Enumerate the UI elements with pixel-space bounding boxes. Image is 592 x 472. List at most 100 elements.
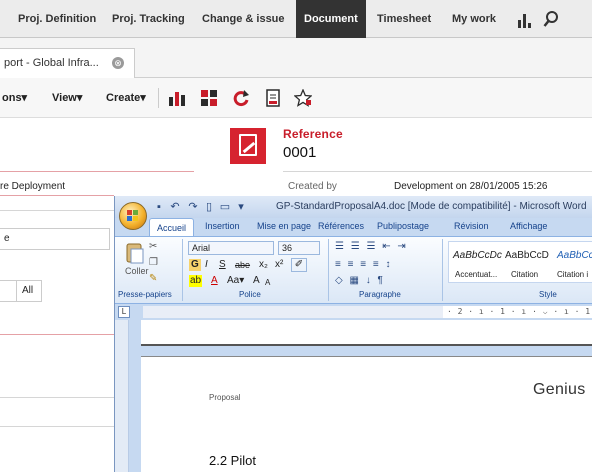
status-field[interactable]: e bbox=[0, 228, 110, 250]
copy-icon[interactable]: ❐ bbox=[149, 257, 158, 269]
search-icon[interactable] bbox=[543, 0, 559, 38]
document-tab[interactable]: port - Global Infra... ⊗ bbox=[0, 48, 135, 78]
italic-button[interactable]: I bbox=[205, 259, 208, 271]
bold-button[interactable]: G bbox=[189, 259, 201, 271]
tab-mise-en-page[interactable]: Mise en page bbox=[257, 221, 311, 231]
style-name: Accentuat... bbox=[455, 270, 498, 279]
tab-revision[interactable]: Révision bbox=[454, 221, 489, 231]
format-painter-icon[interactable]: ✎ bbox=[149, 273, 157, 285]
divider bbox=[0, 210, 114, 211]
superscript-button[interactable]: x² bbox=[275, 259, 283, 271]
section-heading: 2.2 Pilot bbox=[209, 453, 256, 468]
filter-buttons: All bbox=[0, 280, 42, 302]
favorite-star-icon[interactable] bbox=[293, 88, 313, 107]
redo-icon[interactable]: ↷ bbox=[187, 201, 199, 213]
tab-references[interactable]: Références bbox=[318, 221, 364, 231]
font-name-select[interactable]: Arial bbox=[188, 241, 274, 255]
group-separator bbox=[328, 239, 329, 301]
shrink-font-button[interactable]: A bbox=[265, 277, 270, 289]
nav-proj-tracking[interactable]: Proj. Tracking bbox=[104, 0, 193, 38]
toolbar-separator bbox=[158, 88, 159, 108]
vertical-ruler[interactable] bbox=[115, 320, 129, 472]
refresh-icon[interactable] bbox=[232, 89, 250, 107]
previous-page-bottom bbox=[141, 320, 592, 346]
grow-font-button[interactable]: A bbox=[253, 275, 260, 287]
highlight-icon[interactable]: ab bbox=[189, 275, 203, 287]
change-case-button[interactable]: Aa▾ bbox=[227, 275, 244, 287]
bar-chart-icon[interactable] bbox=[517, 0, 533, 38]
tab-insertion[interactable]: Insertion bbox=[205, 221, 240, 231]
all-filter-button[interactable]: All bbox=[16, 281, 40, 301]
ribbon: Coller ✂ ❐ ✎ Presse-papiers Arial 36 G I… bbox=[115, 236, 592, 304]
style-name: Citation bbox=[511, 270, 539, 279]
title-field-value: re Deployment bbox=[0, 181, 66, 192]
view-menu[interactable]: View▾ bbox=[52, 78, 82, 118]
divider bbox=[0, 171, 194, 172]
created-by-value: Development on 28/01/2005 15:26 bbox=[394, 181, 548, 192]
group-separator bbox=[182, 239, 183, 301]
office-button[interactable] bbox=[119, 202, 147, 230]
paste-icon[interactable] bbox=[125, 241, 145, 265]
actions-menu[interactable]: ons▾ bbox=[2, 78, 27, 118]
subscript-button[interactable]: x₂ bbox=[259, 259, 268, 271]
styles-gallery: AaBbCcDc Accentuat... AaBbCcD Citation A… bbox=[448, 241, 592, 283]
report-chart-icon[interactable] bbox=[168, 89, 186, 107]
close-tab-icon[interactable]: ⊗ bbox=[112, 57, 124, 69]
style-sample[interactable]: AaBbCcDc bbox=[453, 250, 502, 261]
nav-proj-definition[interactable]: Proj. Definition bbox=[10, 0, 104, 38]
tab-strip: port - Global Infra... ⊗ bbox=[0, 38, 592, 78]
reference-value: 0001 bbox=[283, 144, 317, 161]
divider bbox=[0, 426, 114, 427]
save-icon[interactable]: ▪ bbox=[153, 201, 165, 213]
grid-icon[interactable] bbox=[200, 89, 218, 107]
nav-my-work[interactable]: My work bbox=[444, 0, 504, 38]
nav-document[interactable]: Document bbox=[296, 0, 366, 38]
style-name: Citation i bbox=[557, 270, 589, 279]
tab-affichage[interactable]: Affichage bbox=[510, 221, 547, 231]
document-tab-label: port - Global Infra... bbox=[4, 57, 99, 69]
style-sample[interactable]: AaBbCc bbox=[557, 250, 592, 261]
shading-border-sort-buttons[interactable]: ◇ ▦ ↓ ¶ bbox=[335, 275, 385, 287]
cut-icon[interactable]: ✂ bbox=[149, 241, 157, 253]
ruler-ticks: · 2 · ı · 1 · ı · ⌵ · ı · 1 · ı · 2 · ı … bbox=[447, 307, 592, 316]
styles-group-label: Style bbox=[539, 290, 557, 299]
action-toolbar: ons▾ View▾ Create▾ bbox=[0, 78, 592, 118]
horizontal-ruler[interactable]: · 2 · ı · 1 · ı · ⌵ · ı · 1 · ı · 2 · ı … bbox=[143, 306, 592, 318]
tab-publipostage[interactable]: Publipostage bbox=[377, 221, 429, 231]
font-size-select[interactable]: 36 bbox=[278, 241, 320, 255]
style-sample[interactable]: AaBbCcD bbox=[505, 250, 549, 261]
document-type-logo bbox=[230, 128, 266, 164]
page-header-left: Proposal bbox=[209, 393, 241, 402]
divider bbox=[0, 397, 114, 398]
underline-button[interactable]: S bbox=[219, 259, 226, 271]
new-document-icon[interactable]: ▯ bbox=[203, 201, 215, 213]
word-window: ▪ ↶ ↷ ▯ ▭ ▾ GP-StandardProposalA4.doc [M… bbox=[114, 196, 592, 472]
ruler-bar: L · 2 · ı · 1 · ı · ⌵ · ı · 1 · ı · 2 · … bbox=[115, 304, 592, 320]
clear-format-icon[interactable]: ✐ bbox=[291, 258, 307, 272]
group-separator bbox=[442, 239, 443, 301]
word-window-title: GP-StandardProposalA4.doc [Mode de compa… bbox=[276, 201, 587, 212]
create-menu[interactable]: Create▾ bbox=[106, 78, 146, 118]
office-logo-icon bbox=[127, 210, 139, 222]
ribbon-tabs: Accueil Insertion Mise en page Référence… bbox=[115, 218, 592, 237]
font-color-icon[interactable]: A bbox=[211, 275, 218, 287]
reference-label: Reference bbox=[283, 127, 343, 141]
divider bbox=[283, 171, 592, 172]
paste-label: Coller bbox=[125, 266, 149, 276]
divider bbox=[0, 195, 114, 196]
list-buttons[interactable]: ☰ ☰ ☰ ⇤ ⇥ bbox=[335, 241, 408, 253]
undo-icon[interactable]: ↶ bbox=[169, 201, 181, 213]
nav-timesheet[interactable]: Timesheet bbox=[369, 0, 439, 38]
document-page[interactable]: Proposal Genius 2.2 Pilot bbox=[141, 356, 592, 472]
document-print-icon[interactable] bbox=[264, 89, 282, 107]
divider bbox=[0, 334, 114, 335]
strikethrough-button[interactable]: abe bbox=[235, 259, 250, 271]
paragraph-group-label: Paragraphe bbox=[359, 290, 401, 299]
chevron-down-icon[interactable]: ▾ bbox=[235, 201, 247, 213]
quick-access-icon[interactable]: ▭ bbox=[219, 201, 231, 213]
nav-change-issue[interactable]: Change & issue bbox=[194, 0, 293, 38]
tab-accueil[interactable]: Accueil bbox=[149, 218, 195, 237]
tab-stop-selector[interactable]: L bbox=[118, 306, 130, 318]
created-by-label: Created by bbox=[288, 181, 337, 192]
align-buttons[interactable]: ≡ ≡ ≡ ≡ ↕ bbox=[335, 259, 392, 271]
